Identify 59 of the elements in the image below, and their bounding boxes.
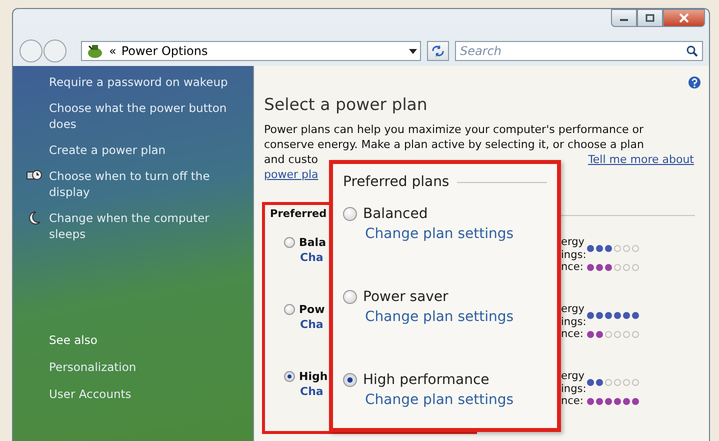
- rating-label: nce:: [561, 395, 584, 408]
- radio-button[interactable]: [284, 304, 295, 315]
- radio-button[interactable]: [284, 237, 295, 248]
- refresh-icon: [431, 45, 445, 57]
- rating-label: nce:: [561, 261, 584, 274]
- group-label: Preferred: [270, 208, 327, 220]
- plan-settings-link[interactable]: Cha: [300, 251, 324, 264]
- breadcrumb-chevron[interactable]: «: [109, 44, 116, 58]
- help-link[interactable]: power pla: [264, 168, 318, 181]
- plan-settings-link[interactable]: Change plan settings: [343, 392, 547, 408]
- plan-name: Power saver: [363, 289, 448, 305]
- description-text: and custo: [264, 152, 318, 167]
- plan-settings-link[interactable]: Cha: [300, 318, 324, 331]
- sidebar-link[interactable]: Create a power plan: [49, 142, 166, 158]
- description-text: conserve energy. Make a plan active by selecting it, or choose a plan: [263, 137, 645, 152]
- description-text: Power plans can help you maximize your computer's performance or: [263, 122, 645, 137]
- rating-label: ergy: [561, 303, 586, 316]
- rating-label: ergy: [561, 370, 586, 382]
- plan-name: High performance: [363, 372, 490, 388]
- maximize-icon: [645, 14, 655, 22]
- rating-label: ings:: [561, 316, 587, 328]
- help-icon[interactable]: [688, 76, 701, 89]
- sidebar-link[interactable]: Choose when to turn off the display: [49, 168, 247, 200]
- rating-label: ings:: [561, 382, 587, 395]
- sidebar-link[interactable]: Require a password on wakeup: [49, 74, 228, 90]
- close-icon: [678, 13, 690, 23]
- close-button[interactable]: [663, 9, 705, 27]
- refresh-button[interactable]: [427, 41, 449, 61]
- plan-settings-link[interactable]: Change plan settings: [343, 226, 547, 242]
- sidebar-link[interactable]: User Accounts: [49, 387, 247, 401]
- rating-label: ings:: [561, 248, 587, 261]
- plan-settings-link[interactable]: Change plan settings: [343, 309, 547, 325]
- see-also-heading: See also: [49, 333, 98, 347]
- plan-name: Pow: [299, 303, 325, 316]
- minimize-button[interactable]: [611, 9, 637, 27]
- plan-name: Bala: [299, 236, 326, 249]
- search-icon: [686, 45, 698, 57]
- radio-button[interactable]: [343, 290, 357, 304]
- help-link[interactable]: Tell me more about: [588, 152, 694, 167]
- radio-button[interactable]: [343, 207, 357, 221]
- monitor-clock-icon: [26, 169, 42, 183]
- plan-name: High: [299, 370, 328, 383]
- plan-name: Balanced: [363, 206, 428, 222]
- rating-label: ergy: [561, 236, 586, 248]
- radio-button[interactable]: [284, 371, 295, 382]
- sidebar-link[interactable]: Choose what the power button does: [49, 100, 247, 132]
- plan-settings-link[interactable]: Cha: [300, 385, 324, 398]
- callout-heading: Preferred plans: [343, 174, 450, 190]
- page-heading: Select a power plan: [264, 95, 428, 114]
- moon-icon: [27, 211, 41, 225]
- location-text: Power Options: [121, 44, 209, 58]
- sidebar-link[interactable]: Personalization: [49, 360, 247, 374]
- sidebar-link[interactable]: Change when the computer sleeps: [49, 210, 247, 242]
- search-field[interactable]: Search: [455, 41, 703, 61]
- maximize-button[interactable]: [637, 9, 663, 27]
- address-field[interactable]: « Power Options: [81, 41, 421, 61]
- search-placeholder: Search: [460, 44, 502, 58]
- radio-button[interactable]: [343, 373, 357, 387]
- rating-label: nce:: [561, 328, 584, 340]
